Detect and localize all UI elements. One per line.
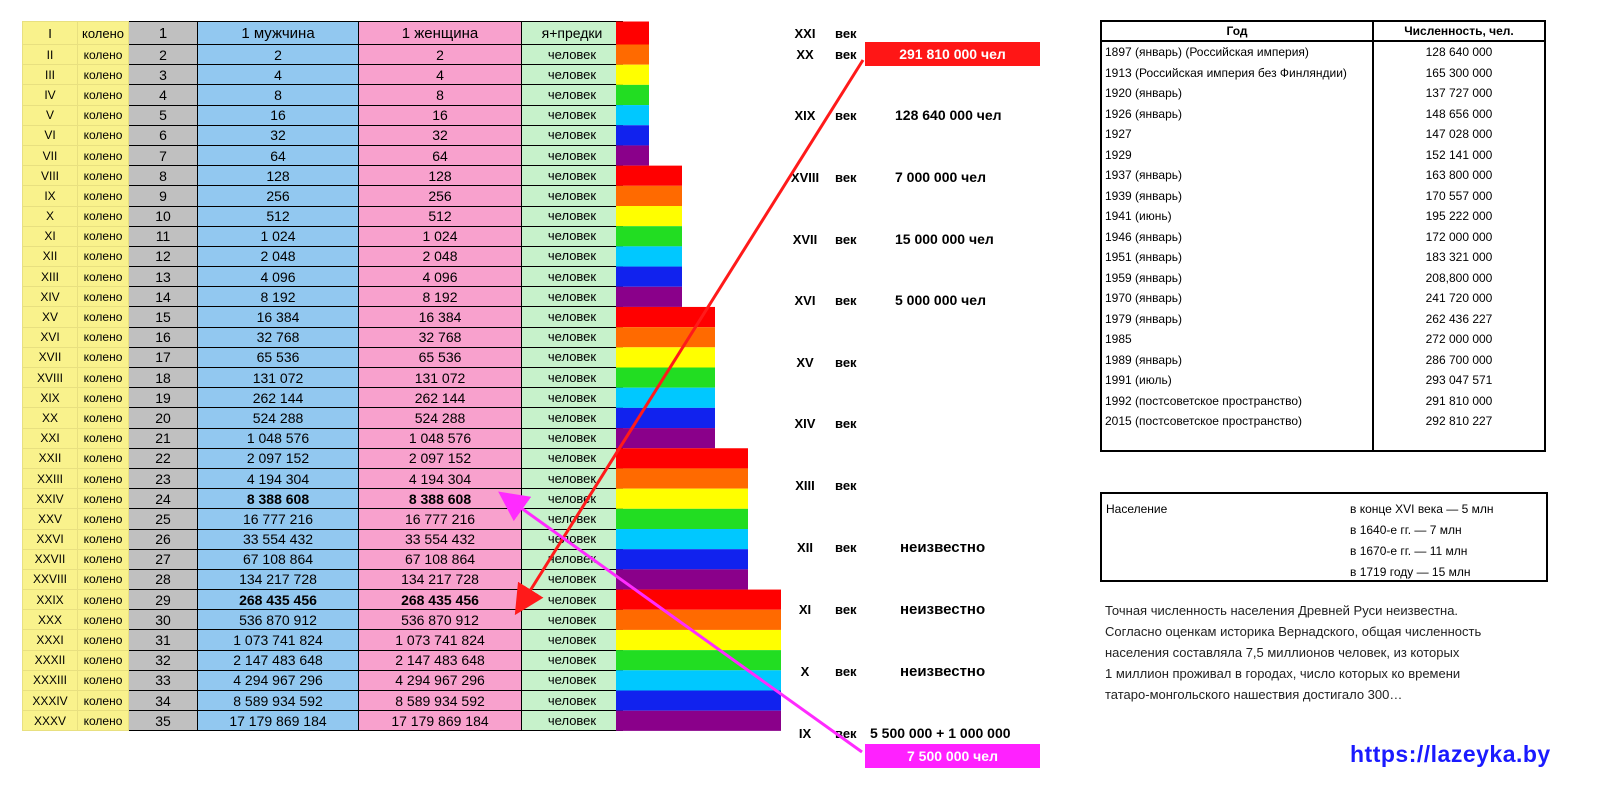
red-arrow bbox=[514, 59, 865, 616]
arrows-overlay bbox=[498, 59, 865, 754]
pink-arrow bbox=[498, 491, 863, 754]
